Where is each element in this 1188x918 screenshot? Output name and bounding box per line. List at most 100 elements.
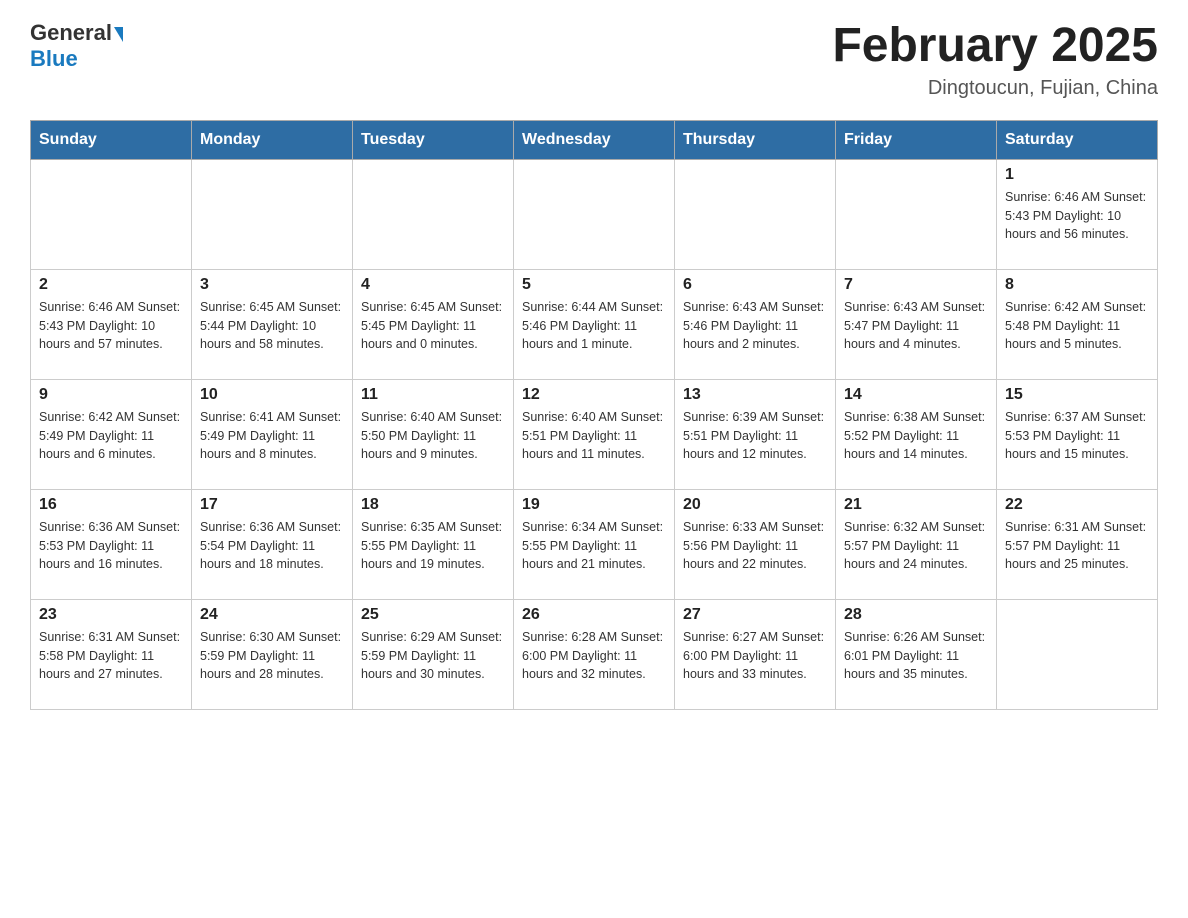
calendar-cell: 6Sunrise: 6:43 AM Sunset: 5:46 PM Daylig…	[675, 269, 836, 379]
calendar-cell: 3 Sunrise: 6:45 AM Sunset: 5:44 PM Daylig…	[192, 269, 353, 379]
day-number: 2	[39, 276, 183, 294]
week-row-3: 9 Sunrise: 6:42 AM Sunset: 5:49 PM Daylig…	[31, 379, 1158, 489]
logo-arrow-icon	[114, 27, 123, 42]
day-info: Sunrise: 6:27 AM Sunset: 6:00 PM Dayligh…	[683, 628, 827, 684]
day-info: Sunrise: 6:45 AM Sunset: 5:45 PM Dayligh…	[361, 298, 505, 354]
day-number: 13	[683, 386, 827, 404]
day-number: 4	[361, 276, 505, 294]
calendar-cell: 20 Sunrise: 6:33 AM Sunset: 5:56 PM Dayli…	[675, 489, 836, 599]
week-row-5: 23Sunrise: 6:31 AM Sunset: 5:58 PM Dayli…	[31, 599, 1158, 709]
calendar-cell	[675, 159, 836, 269]
weekday-header-tuesday: Tuesday	[353, 120, 514, 159]
calendar-cell: 27 Sunrise: 6:27 AM Sunset: 6:00 PM Dayli…	[675, 599, 836, 709]
calendar-cell: 18 Sunrise: 6:35 AM Sunset: 5:55 PM Dayli…	[353, 489, 514, 599]
day-info: Sunrise: 6:38 AM Sunset: 5:52 PM Dayligh…	[844, 408, 988, 464]
day-number: 15	[1005, 386, 1149, 404]
day-number: 28	[844, 606, 988, 624]
day-number: 21	[844, 496, 988, 514]
day-info: Sunrise: 6:34 AM Sunset: 5:55 PM Dayligh…	[522, 518, 666, 574]
page-header: General Blue February 2025 Dingtoucun, F…	[30, 20, 1158, 100]
day-info: Sunrise: 6:33 AM Sunset: 5:56 PM Dayligh…	[683, 518, 827, 574]
day-number: 27	[683, 606, 827, 624]
week-row-2: 2 Sunrise: 6:46 AM Sunset: 5:43 PM Daylig…	[31, 269, 1158, 379]
weekday-header-wednesday: Wednesday	[514, 120, 675, 159]
day-number: 8	[1005, 276, 1149, 294]
day-info: Sunrise: 6:41 AM Sunset: 5:49 PM Dayligh…	[200, 408, 344, 464]
calendar-cell: 1 Sunrise: 6:46 AM Sunset: 5:43 PM Daylig…	[997, 159, 1158, 269]
calendar-cell: 15 Sunrise: 6:37 AM Sunset: 5:53 PM Dayli…	[997, 379, 1158, 489]
calendar-cell	[836, 159, 997, 269]
day-info: Sunrise: 6:37 AM Sunset: 5:53 PM Dayligh…	[1005, 408, 1149, 464]
day-number: 5	[522, 276, 666, 294]
day-info: Sunrise: 6:36 AM Sunset: 5:54 PM Dayligh…	[200, 518, 344, 574]
calendar-cell: 23Sunrise: 6:31 AM Sunset: 5:58 PM Dayli…	[31, 599, 192, 709]
month-title: February 2025	[832, 20, 1158, 73]
week-row-4: 16 Sunrise: 6:36 AM Sunset: 5:53 PM Dayli…	[31, 489, 1158, 599]
weekday-header-monday: Monday	[192, 120, 353, 159]
day-number: 7	[844, 276, 988, 294]
day-info: Sunrise: 6:31 AM Sunset: 5:57 PM Dayligh…	[1005, 518, 1149, 574]
calendar-table: SundayMondayTuesdayWednesdayThursdayFrid…	[30, 120, 1158, 710]
day-info: Sunrise: 6:45 AM Sunset: 5:44 PM Dayligh…	[200, 298, 344, 354]
calendar-cell	[192, 159, 353, 269]
day-number: 17	[200, 496, 344, 514]
day-info: Sunrise: 6:43 AM Sunset: 5:46 PM Dayligh…	[683, 298, 827, 354]
day-number: 3	[200, 276, 344, 294]
day-number: 20	[683, 496, 827, 514]
calendar-cell: 4 Sunrise: 6:45 AM Sunset: 5:45 PM Daylig…	[353, 269, 514, 379]
calendar-cell	[353, 159, 514, 269]
calendar-cell: 10 Sunrise: 6:41 AM Sunset: 5:49 PM Dayli…	[192, 379, 353, 489]
calendar-cell: 19 Sunrise: 6:34 AM Sunset: 5:55 PM Dayli…	[514, 489, 675, 599]
day-number: 10	[200, 386, 344, 404]
day-info: Sunrise: 6:35 AM Sunset: 5:55 PM Dayligh…	[361, 518, 505, 574]
title-section: February 2025 Dingtoucun, Fujian, China	[832, 20, 1158, 100]
day-info: Sunrise: 6:43 AM Sunset: 5:47 PM Dayligh…	[844, 298, 988, 354]
day-number: 14	[844, 386, 988, 404]
day-info: Sunrise: 6:26 AM Sunset: 6:01 PM Dayligh…	[844, 628, 988, 684]
day-info: Sunrise: 6:44 AM Sunset: 5:46 PM Dayligh…	[522, 298, 666, 354]
logo: General Blue	[30, 20, 123, 72]
calendar-cell: 26Sunrise: 6:28 AM Sunset: 6:00 PM Dayli…	[514, 599, 675, 709]
day-number: 25	[361, 606, 505, 624]
day-info: Sunrise: 6:31 AM Sunset: 5:58 PM Dayligh…	[39, 628, 183, 684]
weekday-header-saturday: Saturday	[997, 120, 1158, 159]
day-info: Sunrise: 6:40 AM Sunset: 5:51 PM Dayligh…	[522, 408, 666, 464]
day-info: Sunrise: 6:30 AM Sunset: 5:59 PM Dayligh…	[200, 628, 344, 684]
day-number: 18	[361, 496, 505, 514]
day-number: 12	[522, 386, 666, 404]
day-number: 16	[39, 496, 183, 514]
calendar-cell: 16 Sunrise: 6:36 AM Sunset: 5:53 PM Dayli…	[31, 489, 192, 599]
day-info: Sunrise: 6:29 AM Sunset: 5:59 PM Dayligh…	[361, 628, 505, 684]
calendar-cell: 17 Sunrise: 6:36 AM Sunset: 5:54 PM Dayli…	[192, 489, 353, 599]
day-info: Sunrise: 6:42 AM Sunset: 5:48 PM Dayligh…	[1005, 298, 1149, 354]
calendar-cell: 8 Sunrise: 6:42 AM Sunset: 5:48 PM Daylig…	[997, 269, 1158, 379]
calendar-cell: 5 Sunrise: 6:44 AM Sunset: 5:46 PM Daylig…	[514, 269, 675, 379]
calendar-cell: 12 Sunrise: 6:40 AM Sunset: 5:51 PM Dayli…	[514, 379, 675, 489]
calendar-cell: 24 Sunrise: 6:30 AM Sunset: 5:59 PM Dayli…	[192, 599, 353, 709]
weekday-header-friday: Friday	[836, 120, 997, 159]
calendar-cell: 28 Sunrise: 6:26 AM Sunset: 6:01 PM Dayli…	[836, 599, 997, 709]
day-info: Sunrise: 6:32 AM Sunset: 5:57 PM Dayligh…	[844, 518, 988, 574]
day-info: Sunrise: 6:46 AM Sunset: 5:43 PM Dayligh…	[39, 298, 183, 354]
day-number: 22	[1005, 496, 1149, 514]
week-row-1: 1 Sunrise: 6:46 AM Sunset: 5:43 PM Daylig…	[31, 159, 1158, 269]
calendar-cell: 9 Sunrise: 6:42 AM Sunset: 5:49 PM Daylig…	[31, 379, 192, 489]
day-number: 19	[522, 496, 666, 514]
weekday-header-row: SundayMondayTuesdayWednesdayThursdayFrid…	[31, 120, 1158, 159]
calendar-cell	[997, 599, 1158, 709]
calendar-cell: 13Sunrise: 6:39 AM Sunset: 5:51 PM Dayli…	[675, 379, 836, 489]
day-info: Sunrise: 6:46 AM Sunset: 5:43 PM Dayligh…	[1005, 188, 1149, 244]
day-number: 11	[361, 386, 505, 404]
day-number: 24	[200, 606, 344, 624]
weekday-header-sunday: Sunday	[31, 120, 192, 159]
calendar-cell: 25 Sunrise: 6:29 AM Sunset: 5:59 PM Dayli…	[353, 599, 514, 709]
calendar-cell: 7 Sunrise: 6:43 AM Sunset: 5:47 PM Daylig…	[836, 269, 997, 379]
calendar-cell: 21 Sunrise: 6:32 AM Sunset: 5:57 PM Dayli…	[836, 489, 997, 599]
weekday-header-thursday: Thursday	[675, 120, 836, 159]
day-info: Sunrise: 6:42 AM Sunset: 5:49 PM Dayligh…	[39, 408, 183, 464]
day-number: 9	[39, 386, 183, 404]
day-info: Sunrise: 6:36 AM Sunset: 5:53 PM Dayligh…	[39, 518, 183, 574]
calendar-cell	[514, 159, 675, 269]
calendar-cell	[31, 159, 192, 269]
day-number: 1	[1005, 166, 1149, 184]
